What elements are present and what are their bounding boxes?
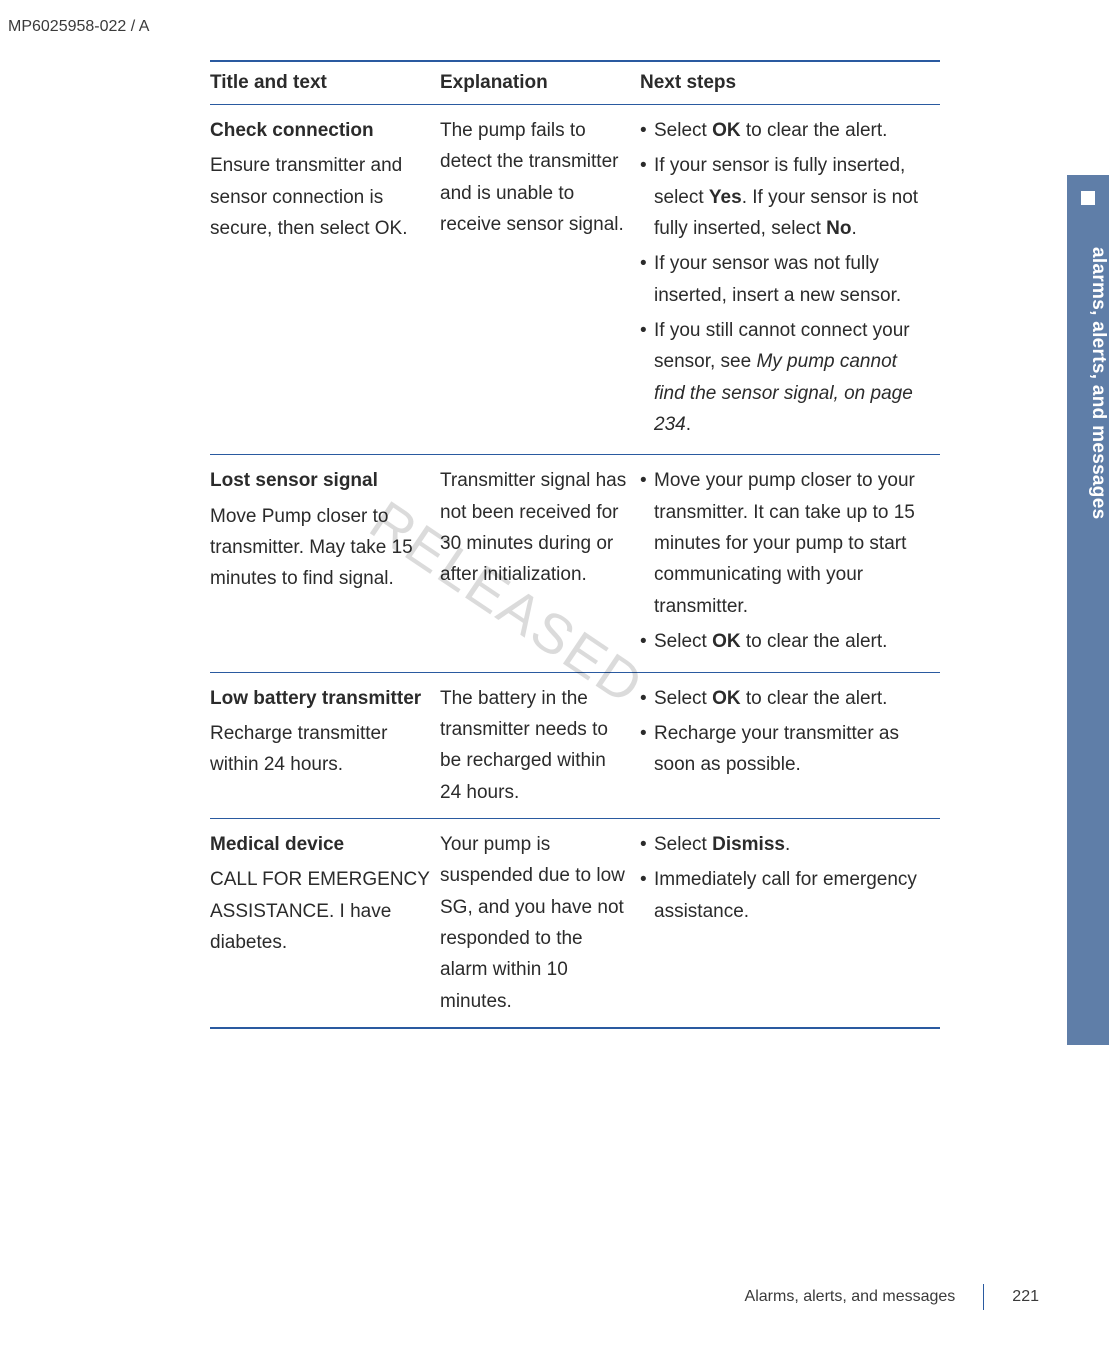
text: If your sensor was not fully inserted, i…	[654, 253, 901, 305]
text: Select	[654, 120, 712, 141]
footer-section: Alarms, alerts, and messages	[745, 1288, 956, 1306]
row-subtitle: Ensure transmitter and sensor connection…	[210, 150, 430, 244]
table-row: Lost sensor signal Move Pump closer to tr…	[210, 455, 940, 672]
step-item: Recharge your transmitter as soon as pos…	[640, 718, 930, 781]
steps-list: Move your pump closer to your transmitte…	[640, 465, 930, 657]
steps-list: Select Dismiss. Immediately call for emer…	[640, 829, 930, 927]
step-item: Move your pump closer to your transmitte…	[640, 465, 930, 622]
text: to clear the alert.	[741, 631, 888, 652]
text: .	[851, 218, 856, 239]
row-title: Lost sensor signal	[210, 465, 430, 496]
text: Select	[654, 688, 712, 709]
side-tab-label: alarms, alerts, and messages	[1067, 247, 1109, 847]
step-item: Immediately call for emergency assistanc…	[640, 864, 930, 927]
cell-title: Lost sensor signal Move Pump closer to tr…	[210, 455, 440, 672]
alerts-table: Title and text Explanation Next steps Ch…	[210, 60, 940, 1029]
step-item: If your sensor is fully inserted, select…	[640, 150, 930, 244]
row-subtitle: CALL FOR EMERGENCY ASSISTANCE. I have di…	[210, 864, 430, 958]
bold-text: OK	[712, 631, 741, 652]
cell-explanation: The pump fails to detect the transmitter…	[440, 105, 640, 455]
text: .	[785, 834, 790, 855]
step-item: Select OK to clear the alert.	[640, 683, 930, 714]
cell-next-steps: Select OK to clear the alert. If your sen…	[640, 105, 940, 455]
text: to clear the alert.	[741, 120, 888, 141]
text: to clear the alert.	[741, 688, 888, 709]
footer-divider	[983, 1284, 984, 1310]
cell-explanation: Your pump is suspended due to low SG, an…	[440, 818, 640, 1028]
side-tab: alarms, alerts, and messages	[1067, 175, 1109, 1045]
cell-next-steps: Move your pump closer to your transmitte…	[640, 455, 940, 672]
row-title: Medical device	[210, 829, 430, 860]
step-item: If your sensor was not fully inserted, i…	[640, 248, 930, 311]
steps-list: Select OK to clear the alert. If your sen…	[640, 115, 930, 440]
side-tab-square-icon	[1081, 191, 1095, 205]
bold-text: No	[826, 218, 851, 239]
step-item: Select Dismiss.	[640, 829, 930, 860]
bold-text: Dismiss	[712, 834, 785, 855]
cell-next-steps: Select OK to clear the alert. Recharge yo…	[640, 672, 940, 818]
text: Move your pump closer to your transmitte…	[654, 470, 915, 616]
row-title: Low battery transmitter	[210, 683, 430, 714]
text: Immediately call for emergency assistanc…	[654, 869, 917, 921]
cell-title: Medical device CALL FOR EMERGENCY ASSISTA…	[210, 818, 440, 1028]
steps-list: Select OK to clear the alert. Recharge yo…	[640, 683, 930, 781]
footer-page-number: 221	[1012, 1288, 1039, 1306]
cell-title: Check connection Ensure transmitter and s…	[210, 105, 440, 455]
col-header-explanation: Explanation	[440, 61, 640, 105]
row-title: Check connection	[210, 115, 430, 146]
table-row: Check connection Ensure transmitter and s…	[210, 105, 940, 455]
row-subtitle: Recharge transmitter within 24 hours.	[210, 718, 430, 781]
cell-explanation: Transmitter signal has not been received…	[440, 455, 640, 672]
cell-title: Low battery transmitter Recharge transmit…	[210, 672, 440, 818]
bold-text: OK	[712, 120, 741, 141]
text: Select	[654, 834, 712, 855]
page-footer: Alarms, alerts, and messages 221	[745, 1284, 1039, 1310]
step-item: Select OK to clear the alert.	[640, 626, 930, 657]
table-row: Medical device CALL FOR EMERGENCY ASSISTA…	[210, 818, 940, 1028]
col-header-title: Title and text	[210, 61, 440, 105]
cell-explanation: The battery in the transmitter needs to …	[440, 672, 640, 818]
text: .	[686, 414, 691, 435]
step-item: If you still cannot connect your sensor,…	[640, 315, 930, 440]
bold-text: Yes	[709, 187, 742, 208]
step-item: Select OK to clear the alert.	[640, 115, 930, 146]
row-subtitle: Move Pump closer to transmitter. May tak…	[210, 501, 430, 595]
text: Recharge your transmitter as soon as pos…	[654, 723, 899, 775]
page-content: Title and text Explanation Next steps Ch…	[210, 60, 940, 1029]
cell-next-steps: Select Dismiss. Immediately call for emer…	[640, 818, 940, 1028]
table-row: Low battery transmitter Recharge transmit…	[210, 672, 940, 818]
text: Select	[654, 631, 712, 652]
col-header-next-steps: Next steps	[640, 61, 940, 105]
doc-header-code: MP6025958-022 / A	[8, 18, 149, 36]
bold-text: OK	[712, 688, 741, 709]
